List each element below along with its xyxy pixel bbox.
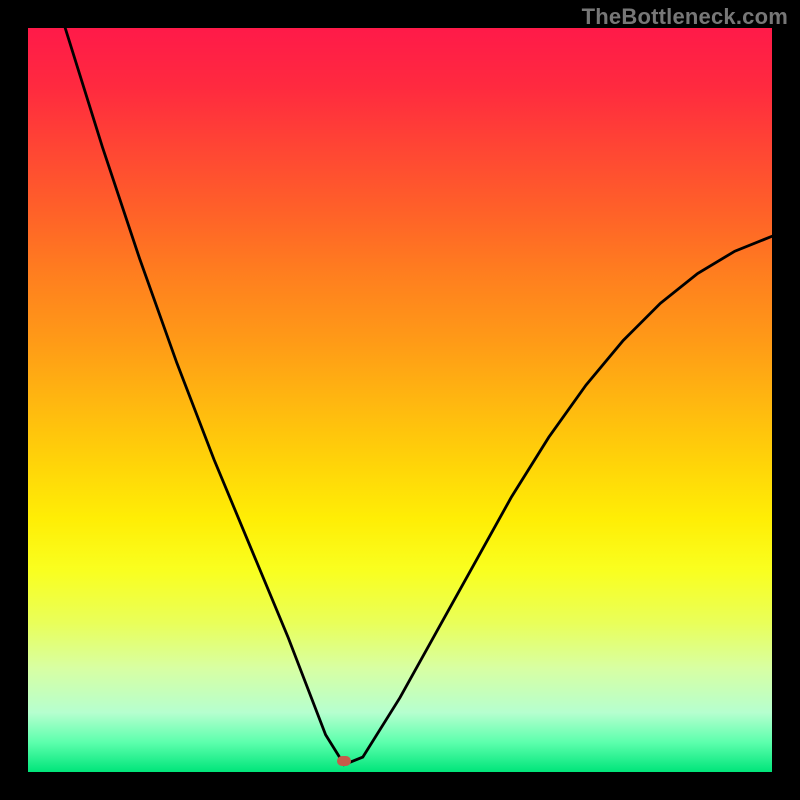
- minimum-marker: [337, 756, 351, 766]
- watermark-label: TheBottleneck.com: [582, 4, 788, 30]
- bottleneck-curve-path: [65, 28, 772, 765]
- chart-frame: TheBottleneck.com: [0, 0, 800, 800]
- curve-svg: [28, 28, 772, 772]
- plot-area: [28, 28, 772, 772]
